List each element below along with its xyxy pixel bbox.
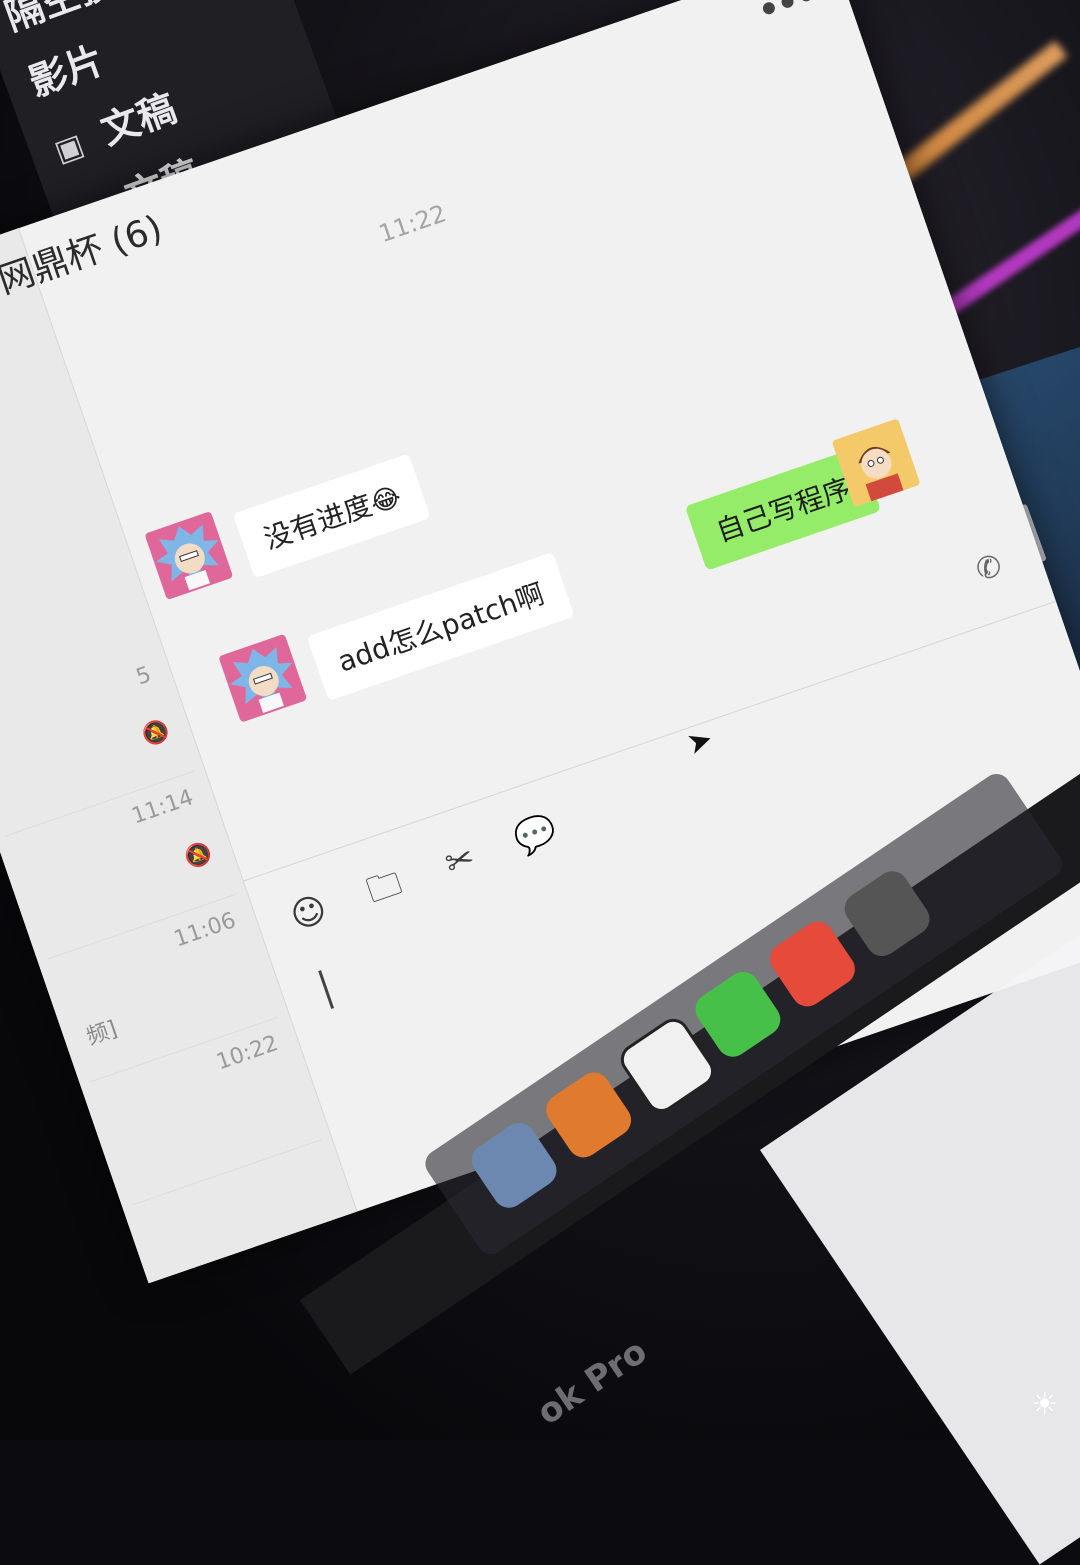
conversation-time: 11:14 (128, 785, 197, 830)
message-bubble-incoming[interactable]: 没有进度😂 (232, 453, 432, 579)
app-icon[interactable] (763, 915, 862, 1013)
chat-bubble-icon[interactable]: 💬 (508, 807, 564, 863)
call-icon[interactable]: ✆ (971, 548, 1006, 589)
scissors-icon[interactable]: ✂ (432, 833, 488, 889)
avatar[interactable] (218, 633, 308, 723)
message-bubble-incoming[interactable]: add怎么patch啊 (306, 552, 575, 701)
wechat-app-icon[interactable] (689, 965, 787, 1063)
text-input-caret[interactable] (318, 970, 335, 1009)
emoji-icon[interactable]: ☺ (281, 885, 337, 941)
document-icon: ▣ (49, 127, 89, 170)
preview-app-icon[interactable] (465, 1116, 563, 1214)
finder-item-movies[interactable]: 影片 (20, 29, 110, 107)
mute-icon: 🔕 (181, 840, 216, 873)
avatar[interactable] (144, 511, 234, 601)
brightness-icon: ☀ (1031, 1387, 1058, 1422)
mouse-pointer-icon: ➤ (682, 721, 718, 763)
rick-avatar-icon (229, 647, 293, 713)
app-icon[interactable] (838, 865, 936, 963)
conversation-time: 11:06 (170, 908, 240, 953)
conversation-time: 10:22 (213, 1031, 282, 1076)
message-timestamp: 11:22 (375, 199, 450, 249)
more-options-button[interactable]: ••• (753, 0, 822, 32)
rick-avatar-icon (156, 524, 219, 591)
browser-app-icon[interactable] (540, 1066, 638, 1164)
mute-icon: 🔕 (139, 717, 174, 750)
conversation-time: 5 (133, 662, 155, 691)
folder-icon[interactable]: 🗀 (356, 859, 412, 915)
conversation-snippet: 频] (83, 1016, 121, 1051)
